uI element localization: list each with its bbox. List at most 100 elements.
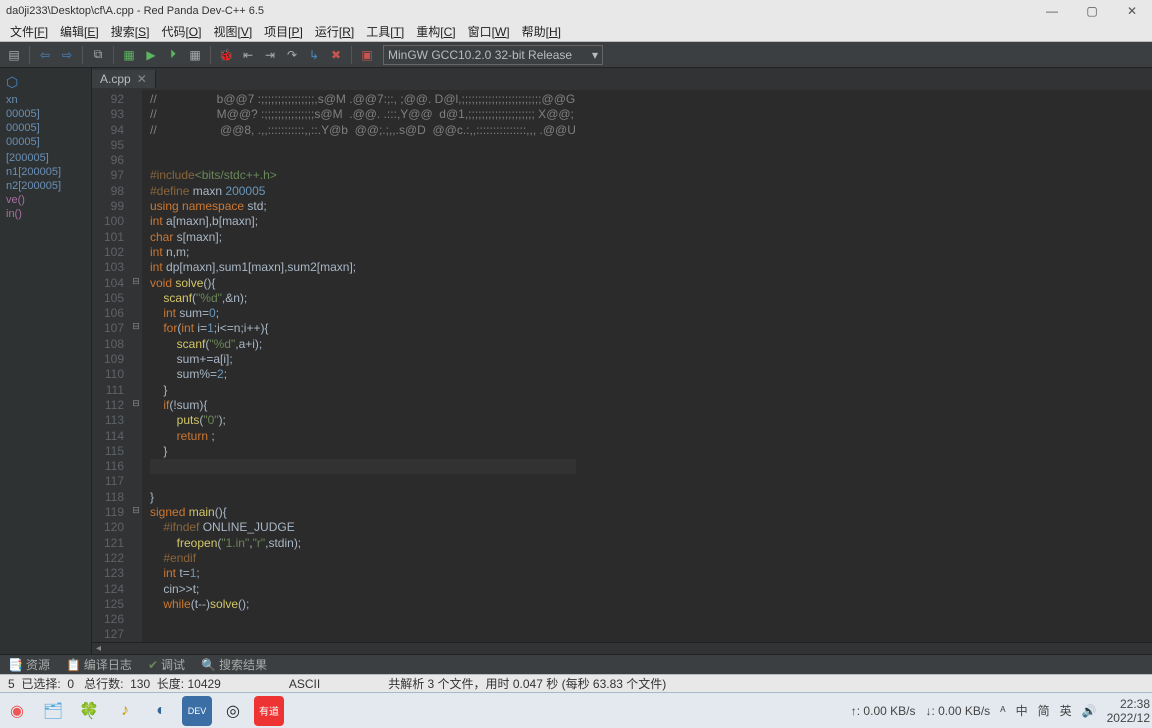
code-editor[interactable]: 9293949596979899100101102103104105106107… bbox=[92, 90, 1152, 642]
tab-close-icon[interactable]: ✕ bbox=[137, 72, 147, 86]
code-line[interactable]: } bbox=[150, 444, 576, 459]
stop-icon[interactable]: ✖ bbox=[326, 45, 346, 65]
toggle-icon[interactable]: ⧉ bbox=[88, 45, 108, 65]
code-line[interactable]: int t=1; bbox=[150, 566, 576, 581]
code-line[interactable]: if(!sum){ bbox=[150, 398, 576, 413]
chrome-icon[interactable]: ◉ bbox=[2, 696, 32, 726]
breakpoint-icon[interactable]: ▣ bbox=[357, 45, 377, 65]
code-line[interactable]: #ifndef ONLINE_JUDGE bbox=[150, 520, 576, 535]
code-line[interactable]: #endif bbox=[150, 551, 576, 566]
code-line[interactable] bbox=[150, 459, 576, 474]
code-line[interactable]: for(int i=1;i<=n;i++){ bbox=[150, 321, 576, 336]
close-button[interactable]: ✕ bbox=[1118, 4, 1146, 18]
indent-right-icon[interactable]: ⇥ bbox=[260, 45, 280, 65]
code-line[interactable]: #define maxn 200005 bbox=[150, 184, 576, 199]
code-line[interactable] bbox=[150, 474, 576, 489]
code-line[interactable]: int dp[maxn],sum1[maxn],sum2[maxn]; bbox=[150, 260, 576, 275]
code-line[interactable]: int a[maxn],b[maxn]; bbox=[150, 214, 576, 229]
symbol-item[interactable]: 00005] bbox=[2, 121, 89, 135]
symbol-item[interactable]: 00005] bbox=[2, 135, 89, 149]
code-line[interactable]: freopen("1.in","r",stdin); bbox=[150, 536, 576, 551]
symbol-item[interactable]: [200005] bbox=[2, 151, 89, 165]
code-line[interactable]: scanf("%d",&n); bbox=[150, 291, 576, 306]
obs-icon[interactable]: ◎ bbox=[218, 696, 248, 726]
code-line[interactable]: void solve(){ bbox=[150, 276, 576, 291]
wechat-icon[interactable]: 🍀 bbox=[74, 696, 104, 726]
menu-r[interactable]: 运行[R] bbox=[309, 23, 360, 40]
menu-w[interactable]: 窗口[W] bbox=[462, 23, 516, 40]
tab-a-cpp[interactable]: A.cpp ✕ bbox=[92, 70, 156, 88]
compile-icon[interactable]: ▦ bbox=[119, 45, 139, 65]
code-line[interactable]: int sum=0; bbox=[150, 306, 576, 321]
tab-debug[interactable]: ✔调试 bbox=[140, 656, 193, 673]
editor-tabs: A.cpp ✕ bbox=[92, 68, 1152, 90]
code-line[interactable]: using namespace std; bbox=[150, 199, 576, 214]
code-line[interactable]: puts("0"); bbox=[150, 413, 576, 428]
menu-p[interactable]: 项目[P] bbox=[258, 23, 309, 40]
menu-h[interactable]: 帮助[H] bbox=[516, 23, 567, 40]
step-into-icon[interactable]: ↳ bbox=[304, 45, 324, 65]
menu-f[interactable]: 文件[F] bbox=[4, 23, 54, 40]
debug-icon[interactable]: 🐞 bbox=[216, 45, 236, 65]
chevron-down-icon: ▾ bbox=[592, 48, 598, 62]
new-file-icon[interactable]: ▤ bbox=[4, 45, 24, 65]
status-bar: 5 已选择: 0 总行数: 130 长度: 10429 ASCII 共解析 3 … bbox=[0, 674, 1152, 692]
code-line[interactable]: scanf("%d",a+i); bbox=[150, 337, 576, 352]
maximize-button[interactable]: ▢ bbox=[1078, 4, 1106, 18]
music-icon[interactable]: ♪ bbox=[110, 696, 140, 726]
code-line[interactable] bbox=[150, 138, 576, 153]
code-line[interactable]: // @@8, .,,:::::::::::,,::.Y@b @@;.;,,.s… bbox=[150, 123, 576, 138]
symbol-item[interactable]: in() bbox=[2, 207, 89, 221]
bottom-panel-tabs: 📑资源 📋编译日志 ✔调试 🔍搜索结果 bbox=[0, 654, 1152, 674]
fold-column[interactable]: ⊟⊟⊟⊟ bbox=[130, 90, 142, 642]
compile-run-icon[interactable]: ⏵ bbox=[163, 45, 183, 65]
tab-resources[interactable]: 📑资源 bbox=[0, 656, 58, 673]
code-line[interactable] bbox=[150, 627, 576, 642]
code-line[interactable]: int n,m; bbox=[150, 245, 576, 260]
symbol-item[interactable]: n1[200005] bbox=[2, 165, 89, 179]
compiler-select[interactable]: MinGW GCC10.2.0 32-bit Release▾ bbox=[383, 45, 603, 65]
menu-t[interactable]: 工具[T] bbox=[360, 23, 410, 40]
symbol-item[interactable]: ve() bbox=[2, 193, 89, 207]
menu-c[interactable]: 重构[C] bbox=[410, 23, 461, 40]
devcpp-icon[interactable]: DEV bbox=[182, 696, 212, 726]
edge-icon[interactable]: ◐ bbox=[146, 696, 176, 726]
class-browser-sidebar[interactable]: ⬡ xn00005]00005]00005][200005]n1[200005]… bbox=[0, 68, 92, 654]
code-line[interactable]: while(t--)solve(); bbox=[150, 597, 576, 612]
menu-o[interactable]: 代码[O] bbox=[155, 23, 207, 40]
rebuild-icon[interactable]: ▦ bbox=[185, 45, 205, 65]
code-line[interactable]: } bbox=[150, 383, 576, 398]
editor-hscrollbar[interactable]: ◂ bbox=[92, 642, 1152, 654]
code-line[interactable] bbox=[150, 153, 576, 168]
code-line[interactable]: signed main(){ bbox=[150, 505, 576, 520]
menu-s[interactable]: 搜索[S] bbox=[105, 23, 156, 40]
symbol-item[interactable]: xn bbox=[2, 93, 89, 107]
minimize-button[interactable]: — bbox=[1038, 4, 1066, 18]
code-line[interactable]: // b@@7 :;;;;;;;;;;;;;;;;,s@M .@@7:;:, ;… bbox=[150, 92, 576, 107]
explorer-icon[interactable]: 🗂 bbox=[38, 696, 68, 726]
symbol-item[interactable]: n2[200005] bbox=[2, 179, 89, 193]
code-line[interactable]: sum+=a[i]; bbox=[150, 352, 576, 367]
code-line[interactable]: char s[maxn]; bbox=[150, 230, 576, 245]
code-line[interactable]: } bbox=[150, 490, 576, 505]
parse-status: 共解析 3 个文件，用时 0.047 秒 (每秒 63.83 个文件) bbox=[388, 675, 666, 692]
code-line[interactable]: #include<bits/stdc++.h> bbox=[150, 168, 576, 183]
symbol-item[interactable]: 00005] bbox=[2, 107, 89, 121]
youdao-icon[interactable]: 有道 bbox=[254, 696, 284, 726]
indent-left-icon[interactable]: ⇤ bbox=[238, 45, 258, 65]
code-line[interactable]: // M@@? :;;;;;;;;;;;;;;;s@M .@@. .:::,Y@… bbox=[150, 107, 576, 122]
code-line[interactable]: sum%=2; bbox=[150, 367, 576, 382]
system-tray[interactable]: ↑: 0.00 KB/s ↓: 0.00 KB/s ᴬ 中简英 🔊 22:382… bbox=[851, 697, 1150, 725]
tab-search-results[interactable]: 🔍搜索结果 bbox=[193, 656, 275, 673]
menu-e[interactable]: 编辑[E] bbox=[54, 23, 105, 40]
tab-compile-log[interactable]: 📋编译日志 bbox=[58, 656, 140, 673]
code-line[interactable] bbox=[150, 612, 576, 627]
windows-taskbar: ◉ 🗂 🍀 ♪ ◐ DEV ◎ 有道 ↑: 0.00 KB/s ↓: 0.00 … bbox=[0, 692, 1152, 728]
nav-back-icon[interactable]: ⇦ bbox=[35, 45, 55, 65]
code-line[interactable]: return ; bbox=[150, 429, 576, 444]
menu-v[interactable]: 视图[V] bbox=[207, 23, 258, 40]
run-icon[interactable]: ▶ bbox=[141, 45, 161, 65]
step-over-icon[interactable]: ↷ bbox=[282, 45, 302, 65]
code-line[interactable]: cin>>t; bbox=[150, 582, 576, 597]
nav-forward-icon[interactable]: ⇨ bbox=[57, 45, 77, 65]
